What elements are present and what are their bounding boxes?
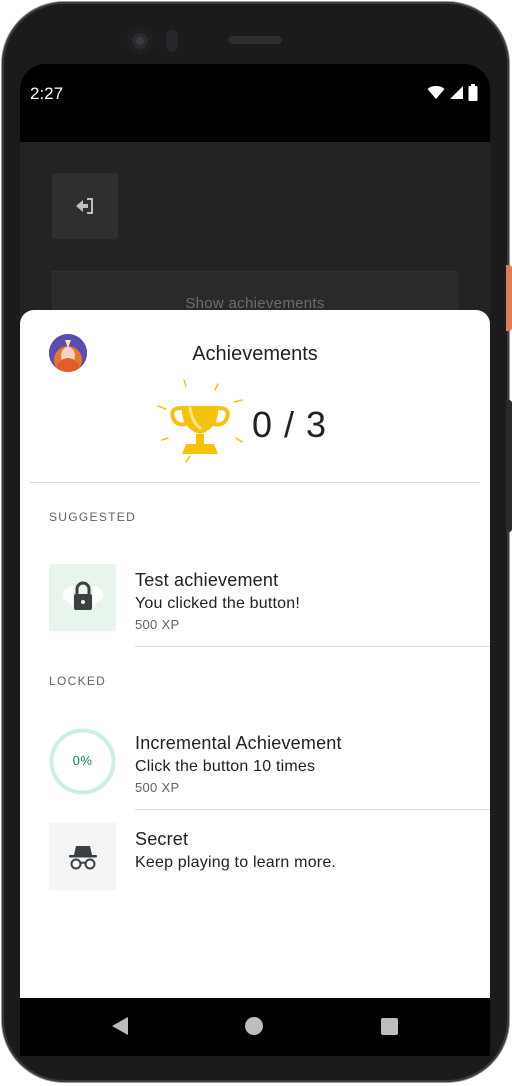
achievements-sheet: Achievements 0 / 3 SUGGESTED Test achiev… <box>20 310 490 998</box>
earpiece-speaker <box>228 36 282 44</box>
achievement-title: Test achievement <box>135 570 279 590</box>
status-bar: 2:27 <box>20 64 490 142</box>
achievement-description: Click the button 10 times <box>135 758 316 775</box>
divider <box>30 482 480 483</box>
battery-icon <box>468 84 478 101</box>
section-label-suggested: SUGGESTED <box>49 510 137 524</box>
status-icons <box>427 84 478 101</box>
row-divider <box>135 646 490 647</box>
sheet-title: Achievements <box>192 343 318 365</box>
trophy-icon <box>157 379 243 463</box>
progress-text: 0% <box>72 753 93 768</box>
achievement-icon-test <box>49 564 116 631</box>
wifi-icon <box>427 85 445 99</box>
achievement-icon-secret <box>49 823 116 890</box>
incognito-icon <box>68 845 97 869</box>
achievement-description: Keep playing to learn more. <box>135 854 337 871</box>
power-button <box>506 265 512 331</box>
achievement-title: Incremental Achievement <box>135 733 342 753</box>
exit-icon <box>76 198 93 214</box>
achievement-description: You clicked the button! <box>135 595 301 612</box>
proximity-sensor <box>166 30 178 52</box>
signal-icon <box>450 86 463 99</box>
lock-icon <box>62 581 103 610</box>
home-icon[interactable] <box>245 1017 263 1035</box>
volume-button <box>506 400 512 532</box>
back-icon[interactable] <box>111 1016 129 1036</box>
navigation-bar <box>20 998 490 1056</box>
achievement-score: 0 / 3 <box>252 404 328 445</box>
front-camera <box>127 28 153 54</box>
status-time: 2:27 <box>30 84 64 103</box>
achievement-xp: 500 XP <box>135 617 180 632</box>
section-label-locked: LOCKED <box>49 674 107 688</box>
achievement-title: Secret <box>135 829 189 849</box>
achievement-xp: 500 XP <box>135 780 180 795</box>
sign-out-button[interactable] <box>52 173 118 239</box>
row-divider <box>135 809 490 810</box>
recents-icon[interactable] <box>381 1018 398 1035</box>
screen: 2:27 Show achievements Achievements 0 / … <box>20 64 490 998</box>
